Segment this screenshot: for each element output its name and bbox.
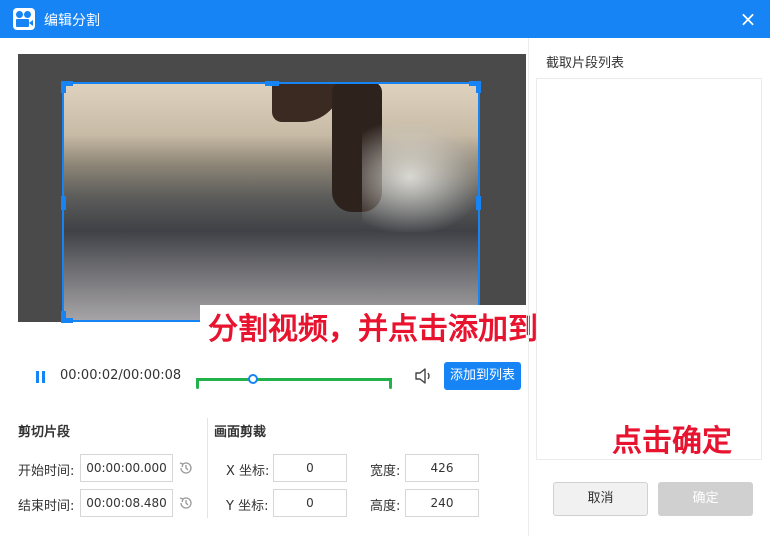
height-label: 高度: — [370, 499, 401, 514]
reset-start-time-icon[interactable] — [177, 459, 195, 477]
x-coordinate-label: X 坐标: — [226, 464, 270, 479]
ok-button[interactable]: 确定 — [658, 482, 753, 516]
y-coordinate-field[interactable]: 0 — [273, 489, 347, 517]
video-camera-icon — [13, 8, 35, 30]
crop-section-title: 画面剪裁 — [214, 425, 267, 440]
playback-controls: 00:00:02/00:00:08 添加到列表 — [18, 355, 526, 399]
clip-list-title: 截取片段列表 — [546, 56, 625, 71]
height-field[interactable]: 240 — [405, 489, 479, 517]
trim-section-title: 剪切片段 — [18, 425, 71, 440]
add-to-list-button[interactable]: 添加到列表 — [444, 362, 521, 390]
start-time-label: 开始时间: — [18, 464, 75, 479]
window-title: 编辑分割 — [44, 13, 100, 29]
instruction-overlay-2: 点击确定 — [612, 424, 732, 459]
start-time-field[interactable]: 00:00:00.000 — [80, 454, 173, 482]
crop-handle-top[interactable] — [265, 81, 279, 86]
time-display: 00:00:02/00:00:08 — [60, 368, 182, 383]
x-coordinate-field[interactable]: 0 — [273, 454, 347, 482]
reset-end-time-icon[interactable] — [177, 494, 195, 512]
clip-list[interactable] — [536, 78, 762, 460]
trim-end-handle[interactable] — [389, 378, 392, 389]
title-bar: 编辑分割 × — [0, 0, 770, 38]
width-field[interactable]: 426 — [405, 454, 479, 482]
trim-slider[interactable] — [196, 374, 392, 389]
width-label: 宽度: — [370, 464, 401, 479]
playhead-knob[interactable] — [248, 374, 258, 384]
crop-handle-left[interactable] — [61, 196, 66, 210]
trim-start-handle[interactable] — [196, 378, 199, 389]
end-time-field[interactable]: 00:00:08.480 — [80, 489, 173, 517]
volume-icon[interactable] — [414, 367, 434, 385]
y-coordinate-label: Y 坐标: — [226, 499, 269, 514]
end-time-label: 结束时间: — [18, 499, 75, 514]
crop-handle-right[interactable] — [476, 196, 481, 210]
crop-selection-box[interactable] — [61, 81, 481, 323]
close-icon[interactable]: × — [736, 7, 760, 31]
pause-icon[interactable] — [36, 371, 46, 383]
video-preview — [18, 54, 526, 323]
cancel-button[interactable]: 取消 — [553, 482, 648, 516]
